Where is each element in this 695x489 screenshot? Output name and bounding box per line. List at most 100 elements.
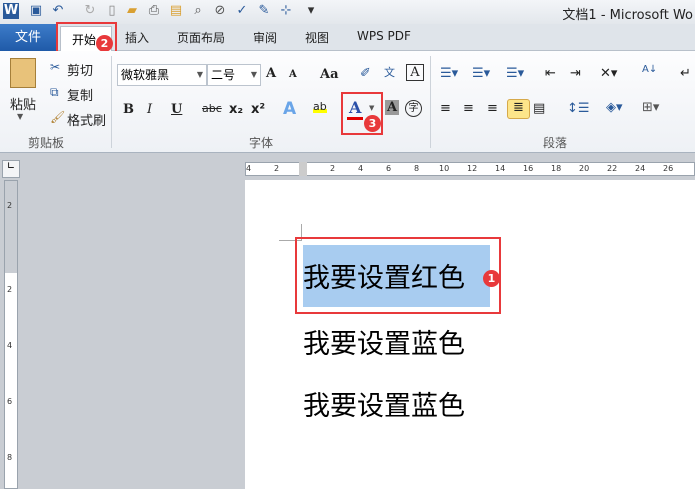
bold-button[interactable]: B — [123, 102, 134, 117]
show-marks-icon[interactable]: ↵ — [680, 66, 691, 81]
undo-icon[interactable]: ↶ — [50, 3, 66, 19]
chevron-down-icon: ▼ — [250, 70, 257, 79]
word-logo-icon: W — [3, 3, 19, 19]
attach-icon[interactable]: ⊘ — [212, 3, 228, 19]
tab-insert[interactable]: 插入 — [125, 29, 149, 46]
divider — [430, 56, 431, 148]
underline-button[interactable]: U — [171, 102, 182, 117]
ruler-tick: 4 — [246, 164, 252, 173]
font-name-value: 微软雅黑 — [121, 68, 170, 82]
align-left-icon[interactable]: ≡ — [440, 101, 451, 116]
ruler-tick: 24 — [635, 164, 646, 173]
increase-indent-icon[interactable]: ⇥ — [570, 66, 581, 81]
chinese-layout-icon[interactable]: ✕▾ — [600, 66, 617, 81]
print-preview-icon[interactable]: ⌕ — [190, 3, 206, 19]
tab-file[interactable]: 文件 — [0, 24, 56, 51]
ruler-tick: 4 — [7, 341, 13, 350]
step-badge-1: 1 — [483, 270, 500, 287]
char-shading-button[interactable]: A — [385, 100, 399, 115]
text-effect-icon[interactable]: A — [283, 99, 296, 119]
folder-icon[interactable]: ▤ — [168, 3, 184, 19]
font-size-combo[interactable]: 二号 ▼ — [207, 64, 261, 86]
redo-icon[interactable]: ↻ — [82, 3, 98, 19]
paste-button[interactable]: 粘贴 — [10, 94, 36, 113]
highlight-color-icon[interactable]: ab — [313, 100, 327, 113]
tab-view[interactable]: 视图 — [305, 29, 329, 46]
scissors-icon: ✂ — [50, 60, 61, 74]
diagram-icon[interactable]: ⊹ — [278, 3, 294, 19]
paste-dropdown-icon[interactable]: ▼ — [17, 112, 23, 121]
sort-icon[interactable]: A↓ — [642, 64, 657, 75]
font-name-combo[interactable]: 微软雅黑 ▼ — [117, 64, 207, 86]
subscript-button[interactable]: x₂ — [229, 102, 243, 117]
clipboard-group-label: 剪贴板 — [28, 136, 65, 150]
step-badge-2: 2 — [96, 35, 113, 52]
ruler-tick: 18 — [551, 164, 562, 173]
tab-selector[interactable]: ∟ — [2, 160, 20, 178]
ruler-tick: 6 — [7, 397, 13, 406]
change-case-button[interactable]: Aa — [320, 67, 339, 82]
numbering-icon[interactable]: ☰▾ — [472, 66, 490, 81]
align-right-icon[interactable]: ≡ — [487, 101, 498, 116]
doc-line-2[interactable]: 我要设置蓝色 — [303, 322, 465, 361]
justify-button[interactable]: ≣ — [507, 99, 530, 119]
ruler-margin — [5, 181, 17, 273]
ruler-tick: 8 — [7, 453, 13, 462]
tab-review[interactable]: 审阅 — [253, 29, 277, 46]
line-spacing-icon[interactable]: ↕☰ — [567, 101, 590, 116]
tab-wps-pdf[interactable]: WPS PDF — [357, 29, 411, 43]
customize-toolbar-icon[interactable]: ▾ — [303, 3, 319, 19]
strikethrough-button[interactable]: abc — [202, 102, 222, 115]
vertical-ruler[interactable]: 2 2 4 6 8 — [4, 180, 18, 489]
brush-icon: 🖌 — [50, 110, 66, 124]
ruler-tick: 26 — [663, 164, 674, 173]
highlight-box-selection — [295, 237, 501, 314]
paragraph-group-label: 段落 — [543, 136, 568, 150]
decrease-indent-icon[interactable]: ⇤ — [545, 66, 556, 81]
enclose-char-button[interactable]: 字 — [405, 100, 422, 117]
ruler-tick: 2 — [274, 164, 280, 173]
multilevel-list-icon[interactable]: ☰▾ — [506, 66, 524, 81]
italic-button[interactable]: I — [147, 102, 152, 117]
horizontal-ruler[interactable]: 4 2 2 4 6 8 10 12 14 16 18 20 22 24 26 — [245, 162, 695, 176]
ruler-tick: 2 — [330, 164, 336, 173]
step-badge-3: 3 — [364, 115, 381, 132]
ruler-tick: 16 — [523, 164, 534, 173]
superscript-button[interactable]: x² — [251, 102, 265, 117]
bullets-icon[interactable]: ☰▾ — [440, 66, 458, 81]
doc-line-3[interactable]: 我要设置蓝色 — [303, 384, 465, 423]
ruler-tick: 12 — [467, 164, 478, 173]
edit-icon[interactable]: ✎ — [256, 3, 272, 19]
shrink-font-button[interactable]: A — [289, 69, 297, 80]
indent-marker[interactable] — [299, 162, 307, 176]
new-doc-icon[interactable]: ▯ — [104, 3, 120, 19]
spelling-icon[interactable]: ✓ — [234, 3, 250, 19]
ruler-tick: 2 — [7, 201, 13, 210]
ruler-tick: 2 — [7, 285, 13, 294]
chevron-down-icon: ▼ — [196, 70, 203, 79]
format-painter-button[interactable]: 格式刷 — [67, 110, 106, 129]
align-center-icon[interactable]: ≡ — [463, 101, 474, 116]
print-icon[interactable]: ⎙ — [146, 3, 162, 19]
title-bar: W ▣ ↶ ↻ ▯ ▰ ⎙ ▤ ⌕ ⊘ ✓ ✎ ⊹ ▾ 文档1 - Micros… — [0, 0, 695, 24]
phonetic-guide-icon[interactable]: 文 — [384, 64, 395, 80]
open-icon[interactable]: ▰ — [124, 3, 140, 19]
clear-format-icon[interactable]: ✐ — [360, 66, 371, 81]
ruler-tick: 14 — [495, 164, 506, 173]
ruler-tick: 22 — [607, 164, 618, 173]
divider — [111, 56, 112, 148]
cut-button[interactable]: 剪切 — [67, 60, 93, 79]
ruler-tick: 4 — [358, 164, 364, 173]
grow-font-button[interactable]: A — [266, 66, 276, 81]
distributed-icon[interactable]: ▤ — [533, 101, 545, 116]
ruler-tick: 6 — [386, 164, 392, 173]
font-group-label: 字体 — [249, 136, 274, 150]
save-icon[interactable]: ▣ — [28, 3, 44, 19]
font-size-value: 二号 — [211, 68, 236, 82]
copy-button[interactable]: 复制 — [67, 85, 93, 104]
char-border-icon[interactable]: A — [406, 64, 424, 81]
shading-icon[interactable]: ◈▾ — [606, 100, 623, 115]
tab-page-layout[interactable]: 页面布局 — [177, 29, 225, 46]
borders-icon[interactable]: ⊞▾ — [642, 100, 659, 115]
paste-icon[interactable] — [10, 58, 36, 88]
